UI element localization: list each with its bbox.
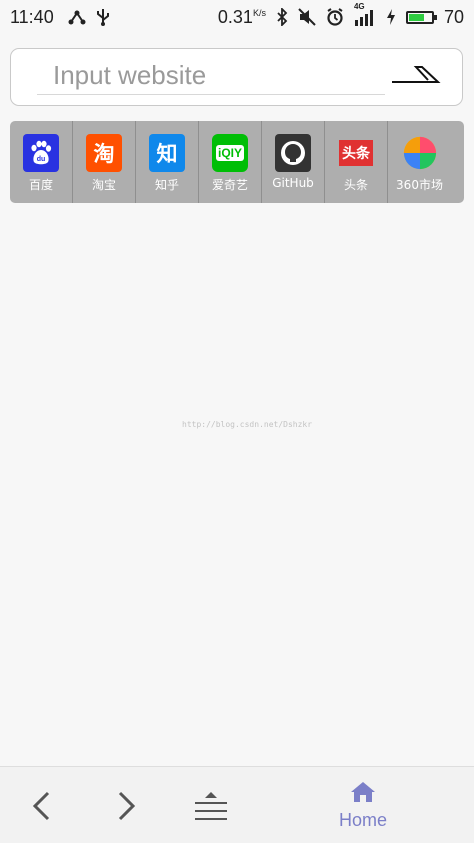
shortcut-taobao[interactable]: 淘 淘宝 xyxy=(73,121,136,203)
net-speed: 0.31K/s xyxy=(218,7,266,28)
shortcut-label: GitHub xyxy=(272,176,314,190)
zhihu-icon: 知 xyxy=(149,134,185,172)
usb-icon xyxy=(96,8,110,26)
github-icon xyxy=(275,134,311,172)
shortcut-label: 360市场 xyxy=(396,178,443,192)
home-icon xyxy=(350,781,376,808)
net-speed-unit: K/s xyxy=(252,7,266,18)
shortcut-label: 淘宝 xyxy=(91,178,116,192)
shortcut-baidu[interactable]: du 百度 xyxy=(10,121,73,203)
url-input[interactable] xyxy=(37,57,385,95)
baidu-icon: du xyxy=(23,134,59,172)
360-market-icon xyxy=(402,134,438,172)
tab-home[interactable]: Home xyxy=(330,781,396,835)
shortcut-github[interactable]: GitHub xyxy=(262,121,325,203)
status-left: 11:40 xyxy=(10,7,110,28)
baidu-glyph: du xyxy=(37,156,46,163)
shortcut-iqiyi[interactable]: iQIY 爱奇艺 xyxy=(199,121,262,203)
share-icon xyxy=(68,9,86,25)
battery-icon xyxy=(405,10,437,24)
shortcut-zhihu[interactable]: 知 知乎 xyxy=(136,121,199,203)
net-speed-value: 0.31 xyxy=(217,6,253,27)
url-search-card xyxy=(10,48,463,106)
battery-outline xyxy=(405,10,437,24)
battery-fill xyxy=(408,13,424,21)
iqiyi-icon: iQIY xyxy=(212,134,248,172)
taobao-glyph: 淘 xyxy=(93,142,115,166)
shortcut-label: 爱奇艺 xyxy=(211,178,248,192)
bluetooth-icon xyxy=(276,8,288,26)
zhihu-glyph: 知 xyxy=(156,142,178,166)
toutiao-icon: 头条 xyxy=(338,134,374,172)
shortcut-label: 百度 xyxy=(28,178,53,192)
arrow-go-icon[interactable] xyxy=(390,63,442,87)
mute-icon xyxy=(298,8,316,26)
shortcut-strip: du 百度 淘 淘宝 知 知乎 iQIY 爱奇艺 GitHub 头条 头条 36… xyxy=(10,121,464,203)
shortcut-toutiao[interactable]: 头条 头条 xyxy=(325,121,388,203)
home-label: Home xyxy=(338,810,387,830)
toutiao-glyph: 头条 xyxy=(339,140,373,166)
chevron-right-icon[interactable] xyxy=(112,789,140,823)
signal-label: 4G xyxy=(353,2,365,11)
bottom-nav: Home xyxy=(0,766,474,843)
chevron-left-icon[interactable] xyxy=(28,789,56,823)
status-bar: 11:40 0.31K/s 4G 70 xyxy=(0,0,474,34)
battery-level: 70 xyxy=(443,6,464,27)
watermark-text: http://blog.csdn.net/Dshzkr xyxy=(182,420,313,429)
iqiyi-glyph: iQIY xyxy=(215,145,244,161)
shortcut-360-market[interactable]: 360市场 xyxy=(388,121,451,203)
status-time: 11:40 xyxy=(10,6,54,27)
shortcut-label: 头条 xyxy=(343,178,368,192)
charging-icon xyxy=(386,8,396,26)
shortcut-label: 知乎 xyxy=(154,178,179,192)
taobao-icon: 淘 xyxy=(86,134,122,172)
alarm-icon xyxy=(326,8,344,26)
signal-icon: 4G xyxy=(354,2,376,26)
menu-icon[interactable] xyxy=(193,789,229,823)
status-right: 0.31K/s 4G 70 xyxy=(218,2,464,28)
